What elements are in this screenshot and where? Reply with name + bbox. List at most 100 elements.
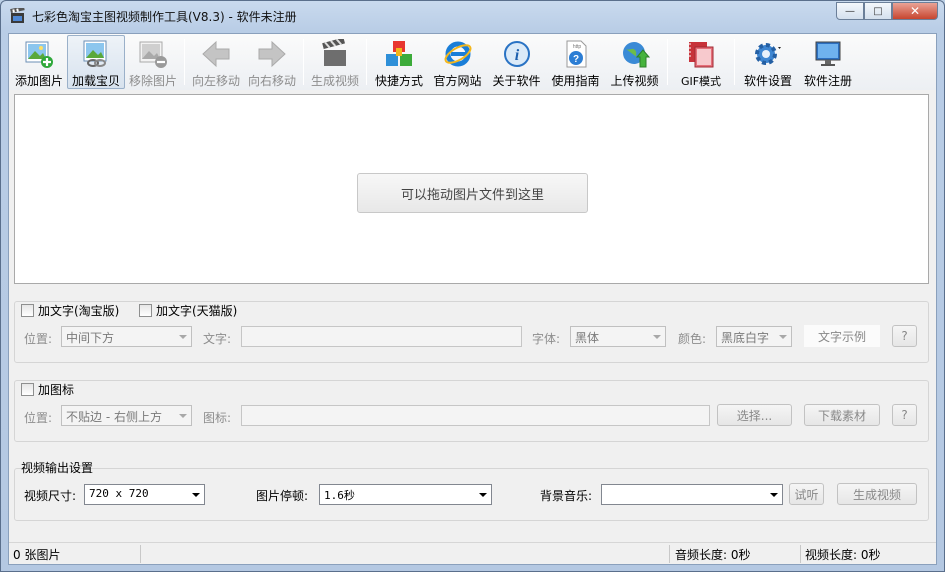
download-assets-button[interactable]: 下载素材 [804, 404, 880, 426]
gif-mode-button[interactable]: GIF模式 [671, 35, 731, 89]
add-text-taobao-label: 加文字(淘宝版) [38, 304, 120, 318]
info-icon: i [503, 40, 530, 67]
user-guide-button[interactable]: http? 使用指南 [546, 35, 605, 89]
remove-image-button[interactable]: 移除图片 [125, 35, 181, 89]
load-item-icon [83, 40, 107, 67]
add-icon-checkbox[interactable]: 加图标 [21, 381, 74, 398]
video-length-status: 视频长度: 0秒 [805, 547, 881, 562]
about-button[interactable]: i 关于软件 [487, 35, 546, 89]
window-title: 七彩色淘宝主图视频制作工具(V8.3) - 软件未注册 [32, 10, 297, 24]
color-select[interactable]: 黑底白字 [716, 326, 792, 347]
font-value: 黑体 [575, 331, 600, 345]
move-left-button[interactable]: 向左移动 [188, 35, 244, 89]
text-position-select[interactable]: 中间下方 [61, 326, 192, 347]
checkbox-box[interactable] [21, 383, 34, 396]
text-position-label: 位置: [24, 332, 53, 346]
generate-video-toolbar-button[interactable]: 生成视频 [307, 35, 363, 89]
register-button[interactable]: 软件注册 [798, 35, 858, 89]
about-label: 关于软件 [492, 74, 541, 88]
close-button[interactable]: ✕ [892, 2, 938, 20]
image-count-status: 0 张图片 [13, 547, 61, 562]
icon-position-select[interactable]: 不贴边 - 右侧上方 [61, 405, 192, 426]
icon-help-button[interactable]: ? [892, 404, 917, 426]
add-text-taobao-checkbox[interactable]: 加文字(淘宝版) [21, 302, 119, 319]
audio-length-status: 音频长度: 0秒 [675, 547, 751, 562]
generate-video-button[interactable]: 生成视频 [837, 483, 917, 505]
add-image-button[interactable]: 添加图片 [11, 35, 67, 89]
help-doc-icon: http? [566, 40, 586, 67]
chevron-down-icon [479, 493, 487, 497]
listen-button[interactable]: 试听 [789, 483, 824, 505]
cubes-icon [386, 40, 412, 66]
image-drop-zone[interactable]: 可以拖动图片文件到这里 [14, 94, 929, 284]
color-value: 黑底白字 [721, 331, 770, 345]
upload-globe-icon [622, 41, 650, 67]
svg-text:http: http [572, 44, 581, 50]
chevron-down-icon [770, 493, 778, 497]
video-size-value: 720 x 720 [89, 487, 149, 500]
arrow-left-icon [202, 40, 230, 67]
icon-file-input[interactable] [241, 405, 710, 426]
add-image-icon [25, 41, 53, 68]
toolbar-separator [366, 39, 367, 85]
move-left-label: 向左移动 [191, 74, 240, 88]
drop-hint-button[interactable]: 可以拖动图片文件到这里 [357, 173, 588, 213]
shortcut-button[interactable]: 快捷方式 [370, 35, 428, 89]
app-icon [10, 8, 25, 23]
monitor-icon [815, 41, 841, 66]
background-music-select[interactable] [601, 484, 783, 505]
text-content-input[interactable] [241, 326, 522, 347]
toolbar-separator [303, 39, 304, 85]
svg-text:i: i [514, 47, 519, 64]
arrow-right-icon [258, 40, 286, 67]
font-select[interactable]: 黑体 [570, 326, 666, 347]
select-icon-button[interactable]: 选择... [717, 404, 792, 426]
settings-label: 软件设置 [743, 74, 792, 88]
remove-image-label: 移除图片 [128, 74, 177, 88]
text-position-value: 中间下方 [66, 331, 115, 345]
checkbox-box[interactable] [139, 304, 152, 317]
text-help-button[interactable]: ? [892, 325, 917, 347]
upload-video-label: 上传视频 [610, 74, 659, 88]
toolbar-separator [184, 39, 185, 85]
maximize-button[interactable]: □ [864, 2, 892, 20]
chevron-down-icon [779, 335, 787, 339]
add-text-tmall-checkbox[interactable]: 加文字(天猫版) [139, 302, 237, 319]
gear-icon [755, 42, 781, 65]
add-icon-label: 加图标 [38, 383, 75, 397]
ie-browser-icon [444, 41, 471, 66]
video-output-title: 视频输出设置 [21, 461, 94, 475]
generate-video-toolbar-label: 生成视频 [310, 74, 359, 88]
image-pause-value: 1.6秒 [324, 489, 355, 502]
video-size-select[interactable]: 720 x 720 [84, 484, 205, 505]
upload-video-button[interactable]: 上传视频 [605, 35, 664, 89]
chevron-down-icon [192, 493, 200, 497]
toolbar: 添加图片 加载宝贝 移除图片 向左移动 向右移动 生成视频 快捷方式 官方网站 … [9, 34, 936, 90]
move-right-label: 向右移动 [247, 74, 296, 88]
chevron-down-icon [653, 335, 661, 339]
text-sample-button[interactable]: 文字示例 [804, 325, 880, 347]
font-label: 字体: [532, 332, 561, 346]
register-label: 软件注册 [803, 74, 852, 88]
user-guide-label: 使用指南 [551, 74, 600, 88]
icon-position-label: 位置: [24, 411, 53, 425]
minimize-button[interactable]: — [836, 2, 864, 20]
chevron-down-icon [179, 414, 187, 418]
move-right-button[interactable]: 向右移动 [244, 35, 300, 89]
gif-mode-label: GIF模式 [680, 75, 722, 88]
icon-file-label: 图标: [203, 411, 232, 425]
toolbar-separator [667, 39, 668, 85]
image-pause-select[interactable]: 1.6秒 [319, 484, 492, 505]
background-music-label: 背景音乐: [540, 489, 593, 503]
checkbox-box[interactable] [21, 304, 34, 317]
official-site-button[interactable]: 官方网站 [428, 35, 487, 89]
svg-text:?: ? [572, 54, 578, 65]
chevron-down-icon [179, 335, 187, 339]
icon-position-value: 不贴边 - 右侧上方 [66, 410, 162, 424]
shortcut-label: 快捷方式 [374, 74, 423, 88]
load-item-button[interactable]: 加载宝贝 [67, 35, 125, 89]
status-divider [140, 545, 141, 563]
title-bar[interactable]: 七彩色淘宝主图视频制作工具(V8.3) - 软件未注册 — □ ✕ [1, 1, 944, 33]
settings-button[interactable]: 软件设置 [738, 35, 798, 89]
add-text-tmall-label: 加文字(天猫版) [156, 304, 238, 318]
